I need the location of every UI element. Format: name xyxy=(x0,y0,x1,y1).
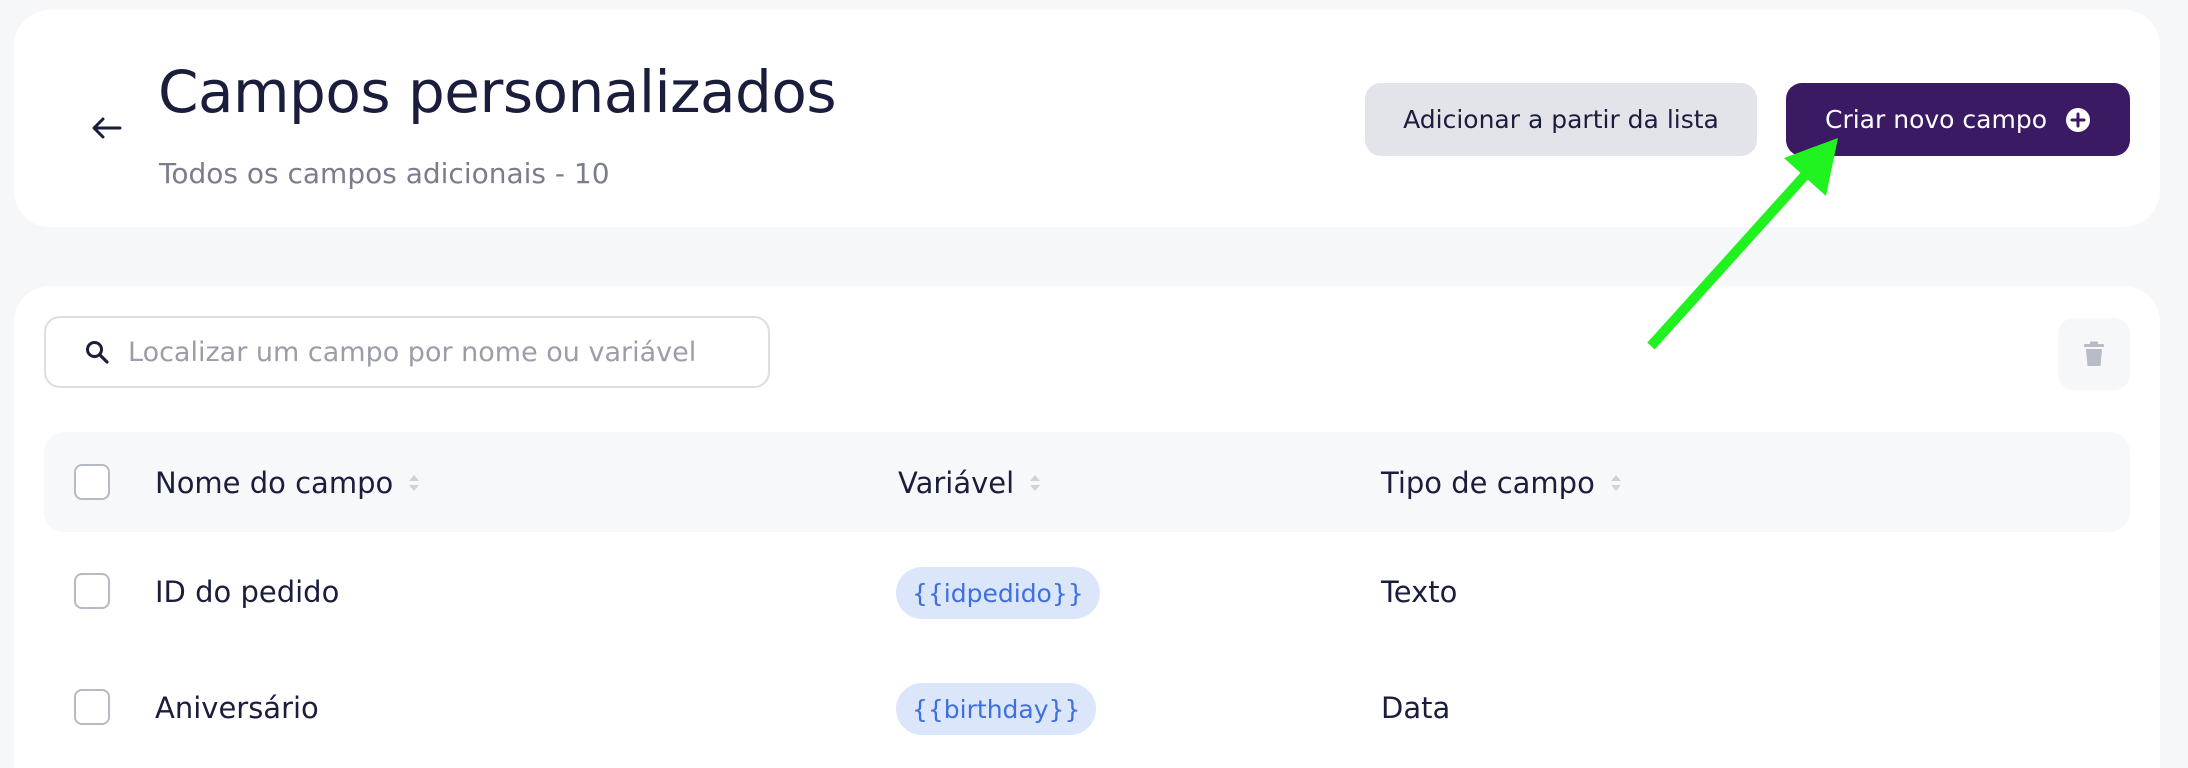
table-header: Nome do campo Variável Tipo de campo xyxy=(44,432,2130,532)
add-from-list-button[interactable]: Adicionar a partir da lista xyxy=(1365,83,1757,156)
select-all-checkbox[interactable] xyxy=(74,464,110,500)
sort-icon xyxy=(409,475,420,491)
field-type: Texto xyxy=(1381,575,1458,609)
fields-card: Nome do campo Variável Tipo de campo xyxy=(14,286,2160,768)
column-header-label: Nome do campo xyxy=(155,466,394,500)
column-header-label: Tipo de campo xyxy=(1381,466,1595,500)
search-icon xyxy=(86,341,109,364)
add-from-list-label: Adicionar a partir da lista xyxy=(1403,105,1719,134)
table-row: ID do pedido {{idpedido}} Texto xyxy=(44,538,2130,648)
sort-icon xyxy=(1610,475,1621,491)
sort-icon xyxy=(1030,475,1041,491)
table-row: Aniversário {{birthday}} Data xyxy=(44,654,2130,764)
create-new-field-button[interactable]: Criar novo campo xyxy=(1786,83,2130,156)
column-header-type[interactable]: Tipo de campo xyxy=(1381,466,1623,500)
page-title: Campos personalizados xyxy=(158,58,837,126)
column-header-name[interactable]: Nome do campo xyxy=(155,466,421,500)
page-subtitle: Todos os campos adicionais - 10 xyxy=(159,157,610,190)
page: Campos personalizados Todos os campos ad… xyxy=(0,0,2188,768)
column-header-label: Variável xyxy=(898,466,1015,500)
field-name[interactable]: Aniversário xyxy=(155,691,319,725)
plus-circle-icon xyxy=(2066,107,2090,132)
trash-icon xyxy=(2084,341,2104,366)
search-box[interactable] xyxy=(44,316,770,388)
arrow-left-icon[interactable] xyxy=(90,114,122,142)
field-type: Data xyxy=(1381,691,1451,725)
row-checkbox[interactable] xyxy=(74,689,110,725)
header-card: Campos personalizados Todos os campos ad… xyxy=(14,10,2160,227)
delete-button[interactable] xyxy=(2058,318,2130,390)
create-new-field-label: Criar novo campo xyxy=(1825,105,2047,134)
column-header-variable[interactable]: Variável xyxy=(898,466,1042,500)
search-input[interactable] xyxy=(128,336,748,368)
row-checkbox[interactable] xyxy=(74,573,110,609)
variable-badge: {{birthday}} xyxy=(896,683,1097,735)
variable-badge: {{idpedido}} xyxy=(896,567,1100,619)
field-name[interactable]: ID do pedido xyxy=(155,575,339,609)
